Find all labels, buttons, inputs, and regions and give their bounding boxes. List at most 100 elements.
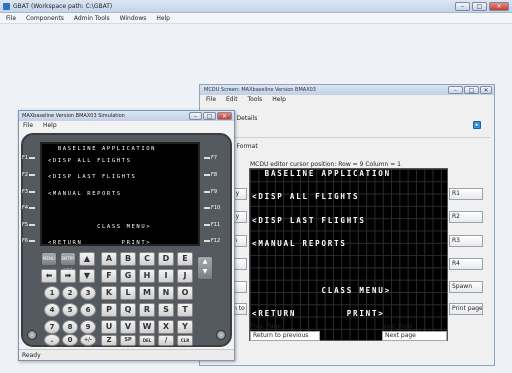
fkey-f8[interactable]: F8 — [204, 172, 230, 178]
rsk-5-button[interactable]: Spawn — [449, 281, 483, 293]
key-3[interactable]: 3 — [80, 286, 96, 300]
key-dot[interactable]: . — [44, 334, 60, 346]
key-9[interactable]: 9 — [80, 320, 96, 334]
menu-admin-tools[interactable]: Admin Tools — [74, 15, 110, 22]
key-n[interactable]: N — [158, 286, 174, 300]
key-h[interactable]: H — [139, 269, 155, 283]
sim-menu-help[interactable]: Help — [43, 122, 57, 129]
fkey-f6[interactable]: F6 — [22, 238, 38, 244]
fkey-f5[interactable]: F5 — [22, 222, 38, 228]
cdu-line-4: <MANUAL REPORTS — [48, 191, 122, 197]
key-r[interactable]: R — [139, 303, 155, 317]
mcdu-menu-file[interactable]: File — [206, 96, 216, 103]
menu-file[interactable]: File — [6, 15, 16, 22]
key-slash[interactable]: / — [158, 335, 174, 346]
sim-minimize-button[interactable]: – — [189, 112, 202, 120]
fkey-f2[interactable]: F2 — [22, 172, 38, 178]
key-p[interactable]: P — [101, 303, 117, 317]
mcdu-line-3: <DISP ALL FLIGHTS — [252, 192, 360, 201]
key-k[interactable]: K — [101, 286, 117, 300]
key-del[interactable]: DEL — [139, 335, 155, 346]
menu-windows[interactable]: Windows — [120, 15, 147, 22]
rsk-2-button[interactable]: R2 — [449, 211, 483, 223]
key-7[interactable]: 7 — [44, 320, 60, 334]
key-z[interactable]: Z — [101, 335, 117, 346]
key-plus-minus[interactable]: +/- — [80, 334, 96, 346]
key-v[interactable]: V — [120, 320, 136, 334]
arrow-left-key[interactable]: ⬅ — [41, 269, 57, 283]
fkey-f4[interactable]: F4 — [22, 205, 38, 211]
mcdu-line-5: <DISP LAST FLIGHTS — [252, 216, 366, 225]
rsk-6-button[interactable]: Print page — [449, 303, 483, 315]
key-5[interactable]: 5 — [62, 303, 78, 317]
expand-icon[interactable]: ▸ — [473, 121, 481, 129]
key-x[interactable]: X — [158, 320, 174, 334]
key-m[interactable]: M — [139, 286, 155, 300]
mcdu-screen-window: MCDU Screen: MAXbaseline Version BMAX03 … — [199, 84, 495, 366]
rsk-3-button[interactable]: R3 — [449, 235, 483, 247]
sim-menu-file[interactable]: File — [23, 122, 33, 129]
main-window-title: GBAT (Workspace path: C:\GBAT) — [13, 3, 113, 10]
close-button[interactable]: ✕ — [489, 2, 509, 11]
sim-close-button[interactable]: ✕ — [217, 112, 232, 120]
key-u[interactable]: U — [101, 320, 117, 334]
mcdu-screen-grid[interactable]: BASELINE APPLICATION <DISP ALL FLIGHTS <… — [249, 168, 448, 341]
fkey-f12[interactable]: F12 — [204, 238, 230, 244]
cdu-line-6: CLASS MENU> — [48, 224, 152, 230]
mcdu-menu-help[interactable]: Help — [272, 96, 286, 103]
next-page-field[interactable]: Next page — [382, 331, 447, 341]
key-8[interactable]: 8 — [62, 320, 78, 334]
mcdu-menu-tools[interactable]: Tools — [248, 96, 263, 103]
key-y[interactable]: Y — [177, 320, 193, 334]
fkey-f11[interactable]: F11 — [204, 222, 230, 228]
menu-components[interactable]: Components — [26, 15, 64, 22]
status-text: Ready — [22, 352, 41, 359]
key-q[interactable]: Q — [120, 303, 136, 317]
key-clr[interactable]: CLR — [177, 335, 193, 346]
key-a[interactable]: A — [101, 252, 117, 266]
rsk-1-button[interactable]: R1 — [449, 188, 483, 200]
scroll-up-down-key[interactable]: ▲ ▼ — [197, 256, 213, 280]
arrow-up-key[interactable]: ▲ — [79, 252, 95, 266]
key-4[interactable]: 4 — [44, 303, 60, 317]
entry-msg-key[interactable]: ENTRY MSG — [60, 252, 76, 273]
rsk-4-button[interactable]: R4 — [449, 258, 483, 270]
mcdu-minimize-button[interactable]: – — [448, 86, 463, 94]
key-t[interactable]: T — [177, 303, 193, 317]
fkey-f7[interactable]: F7 — [204, 155, 230, 161]
key-i[interactable]: I — [158, 269, 174, 283]
key-b[interactable]: B — [120, 252, 136, 266]
key-w[interactable]: W — [139, 320, 155, 334]
maximize-button[interactable]: □ — [472, 2, 487, 11]
fkey-f10[interactable]: F10 — [204, 205, 230, 211]
key-d[interactable]: D — [158, 252, 174, 266]
key-0[interactable]: 0 — [62, 334, 78, 346]
key-space[interactable]: SP — [120, 335, 136, 346]
arrow-right-key[interactable]: ➡ — [60, 269, 76, 283]
key-f[interactable]: F — [101, 269, 117, 283]
key-6[interactable]: 6 — [80, 303, 96, 317]
arrow-down-key[interactable]: ▼ — [79, 269, 95, 283]
key-2[interactable]: 2 — [62, 286, 78, 300]
fkey-f9[interactable]: F9 — [204, 189, 230, 195]
fkey-f3[interactable]: F3 — [22, 189, 38, 195]
mcdu-menu-edit[interactable]: Edit — [226, 96, 238, 103]
key-c[interactable]: C — [139, 252, 155, 266]
sim-maximize-button[interactable]: □ — [203, 112, 216, 120]
key-e[interactable]: E — [177, 252, 193, 266]
prev-page-field[interactable]: Return to previous — [250, 331, 320, 341]
mcdu-maximize-button[interactable]: □ — [464, 86, 479, 94]
mcdu-close-button[interactable]: ✕ — [480, 86, 492, 94]
key-o[interactable]: O — [177, 286, 193, 300]
key-1[interactable]: 1 — [44, 286, 60, 300]
minimize-button[interactable]: – — [455, 2, 470, 11]
key-j[interactable]: J — [177, 269, 193, 283]
fkey-f1[interactable]: F1 — [22, 155, 38, 161]
key-s[interactable]: S — [158, 303, 174, 317]
key-g[interactable]: G — [120, 269, 136, 283]
menu-help[interactable]: Help — [156, 15, 170, 22]
sim-status-bar: Ready — [19, 349, 234, 360]
key-l[interactable]: L — [120, 286, 136, 300]
cdu-line-1: BASELINE APPLICATION — [48, 146, 157, 152]
menu-key[interactable]: MENU — [41, 252, 57, 266]
